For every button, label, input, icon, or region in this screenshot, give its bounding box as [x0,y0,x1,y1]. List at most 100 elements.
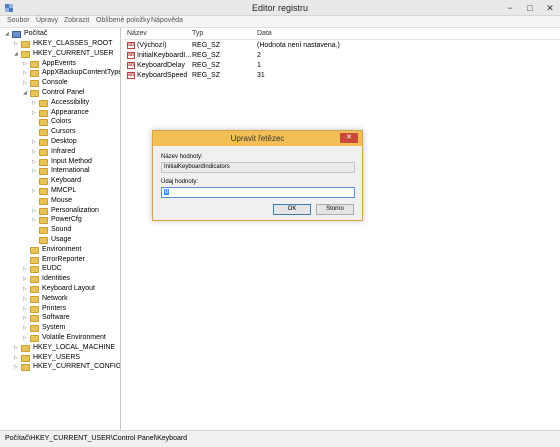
tree-item[interactable]: ▷ International [32,166,90,176]
tree-item[interactable]: ▷ Identities [23,274,70,284]
close-button[interactable]: ✕ [540,0,560,16]
tree-item[interactable]: ▷ MMCPL [32,186,76,196]
tree-item[interactable]: ▷ Infrared [32,147,75,157]
tree-item[interactable]: ▷ Software [23,313,70,323]
expand-arrow-icon[interactable]: ▷ [23,304,30,314]
tree-item-label: AppXBackupContentType [42,69,121,77]
tree-item[interactable]: ErrorReporter [23,255,85,265]
value-data: (Hodnota není nastavena.) [257,42,340,49]
tree-item[interactable]: ▷ Accessibility [32,98,89,108]
tree-item[interactable]: Sound [32,225,71,235]
expand-arrow-icon[interactable]: ▷ [32,157,39,167]
expand-arrow-icon[interactable]: ▷ [23,264,30,274]
expand-arrow-icon[interactable]: ▷ [32,206,39,216]
column-header-type[interactable]: Typ [192,30,203,37]
expand-arrow-icon[interactable]: ▷ [32,166,39,176]
value-name-cell: ab (Výchozí) [127,41,167,51]
folder-icon [39,197,48,205]
expand-arrow-icon[interactable]: ▷ [23,323,30,333]
folder-icon [39,148,48,156]
tree-item-label: Printers [42,304,67,312]
tree-item[interactable]: ▷ HKEY_CURRENT_CONFIG [14,362,120,372]
tree-item-label: HKEY_CLASSES_ROOT [33,40,113,47]
expand-arrow-icon[interactable]: ▷ [32,215,39,225]
tree-item[interactable]: ▷ EUDC [23,264,62,274]
tree-item-label: Console [42,79,68,87]
registry-tree[interactable]: ◢ Počítač ▷ HKEY_CLASSES_ROOT ◢ HKEY_CURRENT… [2,28,121,430]
expand-arrow-icon[interactable]: ▷ [23,274,30,284]
tree-item[interactable]: ▷ AppEvents [23,59,76,69]
expand-arrow-icon[interactable]: ▷ [23,333,30,343]
tree-item[interactable]: ▷ System [23,323,65,333]
tree-item[interactable]: ▷ Desktop [32,137,77,147]
tree-item-label: Volatile Environment [42,334,106,341]
value-row[interactable]: ab InitialKeyboardI... REG_SZ 2 [123,51,560,61]
tree-item[interactable]: ▷ Console [23,78,68,88]
expand-arrow-icon[interactable]: ▷ [14,343,21,353]
tree-item-label: AppEvents [42,59,76,67]
column-header-name[interactable]: Název [127,30,147,37]
dialog-close-button[interactable]: ✕ [340,133,358,143]
expand-arrow-icon[interactable]: ▷ [32,137,39,147]
menu-bar: Soubor Úpravy Zobrazit Oblíbené položky … [0,16,560,28]
tree-item[interactable]: ▷ Input Method [32,157,92,167]
tree-item[interactable]: Environment [23,245,81,255]
tree-item[interactable]: ▷ HKEY_LOCAL_MACHINE [14,343,115,353]
menu-oblibene-polozky[interactable]: Oblíbené položky [96,17,150,24]
folder-icon [39,188,48,195]
tree-item[interactable]: ▷ Volatile Environment [23,333,106,343]
expand-arrow-icon[interactable]: ▷ [32,98,39,108]
tree-item[interactable]: ▷ Personalization [32,206,99,216]
cancel-button[interactable]: Storno [316,204,354,215]
ok-button[interactable]: OK [273,204,311,215]
expand-arrow-icon[interactable]: ▷ [32,108,39,118]
tree-item[interactable]: ▷ PowerCfg [32,215,82,225]
expand-arrow-icon[interactable]: ▷ [23,68,30,78]
column-header-data[interactable]: Data [257,30,272,37]
tree-item[interactable]: Cursors [32,127,76,137]
collapse-arrow-icon[interactable]: ◢ [5,29,12,39]
maximize-button[interactable]: □ [520,0,540,16]
expand-arrow-icon[interactable]: ▷ [14,39,21,49]
tree-item[interactable]: ▷ HKEY_CLASSES_ROOT [14,39,112,49]
tree-item[interactable]: ◢ HKEY_CURRENT_USER [14,49,114,59]
expand-arrow-icon[interactable]: ◢ [23,88,30,98]
tree-item[interactable]: ▷ Appearance [32,108,89,118]
tree-item-label: ErrorReporter [42,255,85,263]
tree-item-root[interactable]: ◢ Počítač [5,29,47,39]
menu-upravy[interactable]: Úpravy [36,17,58,24]
value-name: InitialKeyboardI... [137,52,192,59]
tree-item[interactable]: Colors [32,117,71,127]
values-list[interactable]: Název Typ Data ab (Výchozí) REG_SZ (Hodnota… [123,28,560,430]
menu-zobrazit[interactable]: Zobrazit [64,17,89,24]
value-data-input[interactable]: 0 [161,187,355,198]
tree-item[interactable]: Mouse [32,196,72,206]
tree-item[interactable]: ▷ Network [23,294,68,304]
expand-arrow-icon[interactable]: ▷ [23,313,30,323]
tree-item[interactable]: ◢ Control Panel [23,88,84,98]
tree-item[interactable]: ▷ Printers [23,304,66,314]
tree-item[interactable]: Usage [32,235,71,245]
expand-arrow-icon[interactable]: ▷ [14,362,21,372]
tree-item[interactable]: Keyboard [32,176,81,186]
tree-item-label: PowerCfg [51,216,82,224]
expand-arrow-icon[interactable]: ▷ [32,147,39,157]
folder-icon [30,70,39,78]
expand-arrow-icon[interactable]: ▷ [23,59,30,69]
value-row[interactable]: ab (Výchozí) REG_SZ (Hodnota není nastavena… [123,41,560,51]
tree-item[interactable]: ▷ HKEY_USERS [14,353,80,363]
value-name-cell: ab KeyboardSpeed [127,71,187,81]
menu-soubor[interactable]: Soubor [7,17,30,24]
expand-arrow-icon[interactable]: ▷ [32,186,39,196]
expand-arrow-icon[interactable]: ▷ [23,284,30,294]
menu-napoveda[interactable]: Nápověda [151,17,183,24]
tree-item[interactable]: ▷ AppXBackupContentType [23,68,121,78]
expand-arrow-icon[interactable]: ▷ [23,78,30,88]
tree-item[interactable]: ▷ Keyboard Layout [23,284,95,294]
value-row[interactable]: ab KeyboardSpeed REG_SZ 31 [123,71,560,81]
expand-arrow-icon[interactable]: ◢ [14,49,21,59]
expand-arrow-icon[interactable]: ▷ [14,353,21,363]
minimize-button[interactable]: − [500,0,520,16]
value-row[interactable]: ab KeyboardDelay REG_SZ 1 [123,61,560,71]
expand-arrow-icon[interactable]: ▷ [23,294,30,304]
